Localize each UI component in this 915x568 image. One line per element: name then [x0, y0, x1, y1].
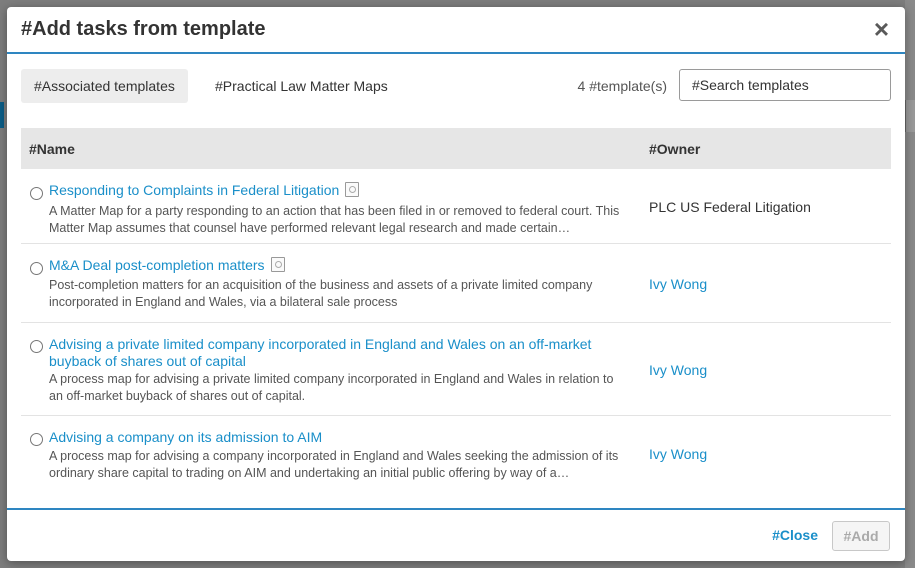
matter-map-icon [270, 257, 285, 272]
template-title-link[interactable]: Advising a company on its admission to A… [49, 429, 619, 446]
row-radio[interactable] [30, 262, 43, 275]
table-row[interactable]: Advising a company on its admission to A… [21, 416, 891, 494]
template-owner-link[interactable]: Ivy Wong [649, 446, 707, 462]
background-tab-edge [0, 102, 4, 128]
row-radio[interactable] [30, 433, 43, 446]
template-title-link[interactable]: Responding to Complaints in Federal Liti… [49, 182, 619, 199]
add-tasks-dialog: #Add tasks from template × #Associated t… [7, 7, 905, 561]
search-templates-input[interactable] [679, 69, 891, 101]
template-title[interactable]: M&A Deal post-completion matters [49, 257, 265, 273]
table-row[interactable]: Responding to Complaints in Federal Liti… [21, 169, 891, 244]
template-owner-link[interactable]: Ivy Wong [649, 362, 707, 378]
template-title[interactable]: Responding to Complaints in Federal Liti… [49, 182, 339, 198]
templates-table: #Name #Owner Responding to Complaints in… [21, 128, 891, 494]
dialog-footer: #Close #Add [7, 508, 905, 561]
template-description: A process map for advising a company inc… [49, 449, 619, 480]
table-header: #Name #Owner [21, 128, 891, 169]
template-count: 4 #template(s) [577, 78, 667, 94]
template-description: Post-completion matters for an acquisiti… [49, 278, 593, 309]
dialog-header: #Add tasks from template × [7, 7, 905, 54]
matter-map-icon [345, 182, 360, 197]
close-icon[interactable]: × [874, 16, 889, 42]
background-panel [905, 100, 915, 132]
dialog-toolbar: #Associated templates #Practical Law Mat… [21, 69, 891, 103]
template-title-link[interactable]: M&A Deal post-completion matters [49, 257, 619, 274]
row-radio[interactable] [30, 187, 43, 200]
tab-practical-law-matter-maps[interactable]: #Practical Law Matter Maps [202, 69, 401, 103]
tab-associated-templates[interactable]: #Associated templates [21, 69, 188, 103]
column-header-name[interactable]: #Name [29, 141, 75, 157]
add-button[interactable]: #Add [832, 521, 890, 551]
row-radio[interactable] [30, 340, 43, 353]
table-row[interactable]: M&A Deal post-completion matters Post-co… [21, 244, 891, 323]
background-page [905, 0, 915, 568]
dialog-title: #Add tasks from template [21, 18, 266, 40]
table-row[interactable]: Advising a private limited company incor… [21, 323, 891, 416]
template-owner: PLC US Federal Litigation [649, 199, 811, 215]
template-title-link[interactable]: Advising a private limited company incor… [49, 336, 619, 370]
template-owner-link[interactable]: Ivy Wong [649, 276, 707, 292]
close-button[interactable]: #Close [772, 527, 818, 543]
column-header-owner[interactable]: #Owner [649, 141, 700, 157]
template-description: A process map for advising a private lim… [49, 372, 614, 403]
template-description: A Matter Map for a party responding to a… [49, 204, 620, 235]
